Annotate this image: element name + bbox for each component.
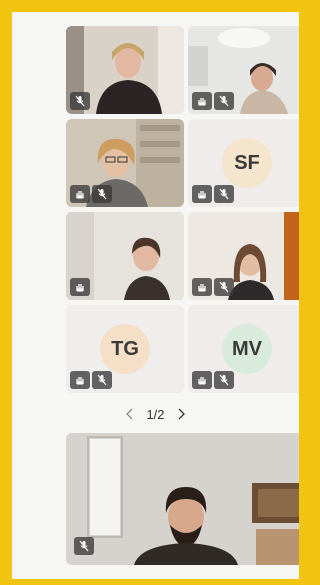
raise-hand-icon[interactable] xyxy=(70,185,90,203)
raise-hand-icon[interactable] xyxy=(70,371,90,389)
tile-controls xyxy=(192,185,234,203)
tile-controls xyxy=(70,371,112,389)
tile-controls xyxy=(192,92,234,110)
mic-off-icon[interactable] xyxy=(70,92,90,110)
avatar: TG xyxy=(100,324,150,374)
raise-hand-icon[interactable] xyxy=(70,278,90,296)
gallery-pager: 1/2 xyxy=(12,404,299,424)
mic-off-icon[interactable] xyxy=(214,278,234,296)
self-view-video xyxy=(66,433,299,565)
avatar-initials: MV xyxy=(232,337,262,360)
participant-tile-8[interactable]: MV xyxy=(188,305,299,393)
participant-tile-7[interactable]: TG xyxy=(66,305,184,393)
raise-hand-icon[interactable] xyxy=(192,92,212,110)
avatar: MV xyxy=(222,324,272,374)
participant-tile-4[interactable]: SF xyxy=(188,119,299,207)
tile-controls xyxy=(70,92,90,110)
raise-hand-icon[interactable] xyxy=(192,371,212,389)
mic-off-icon[interactable] xyxy=(214,185,234,203)
mic-off-icon[interactable] xyxy=(74,537,94,555)
participant-tile-3[interactable] xyxy=(66,119,184,207)
video-call-panel: SF TG MV 1/2 xyxy=(12,12,299,579)
participant-tile-6[interactable] xyxy=(188,212,299,300)
participant-tile-2[interactable] xyxy=(188,26,299,114)
tile-controls xyxy=(74,537,94,555)
mic-off-icon[interactable] xyxy=(214,371,234,389)
raise-hand-icon[interactable] xyxy=(192,185,212,203)
chevron-right-icon[interactable] xyxy=(175,407,187,421)
mic-off-icon[interactable] xyxy=(214,92,234,110)
participant-tile-5-active-speaker[interactable] xyxy=(66,212,184,300)
participant-tile-1[interactable] xyxy=(66,26,184,114)
self-view-tile[interactable] xyxy=(66,433,299,565)
chevron-left-icon[interactable] xyxy=(124,407,136,421)
tile-controls xyxy=(70,278,90,296)
mic-off-icon[interactable] xyxy=(92,371,112,389)
tile-controls xyxy=(70,185,112,203)
avatar: SF xyxy=(222,138,272,188)
tile-controls xyxy=(192,371,234,389)
page-indicator: 1/2 xyxy=(146,406,165,422)
avatar-initials: SF xyxy=(234,151,260,174)
tile-controls xyxy=(192,278,234,296)
raise-hand-icon[interactable] xyxy=(192,278,212,296)
mic-off-icon[interactable] xyxy=(92,185,112,203)
avatar-initials: TG xyxy=(111,337,139,360)
